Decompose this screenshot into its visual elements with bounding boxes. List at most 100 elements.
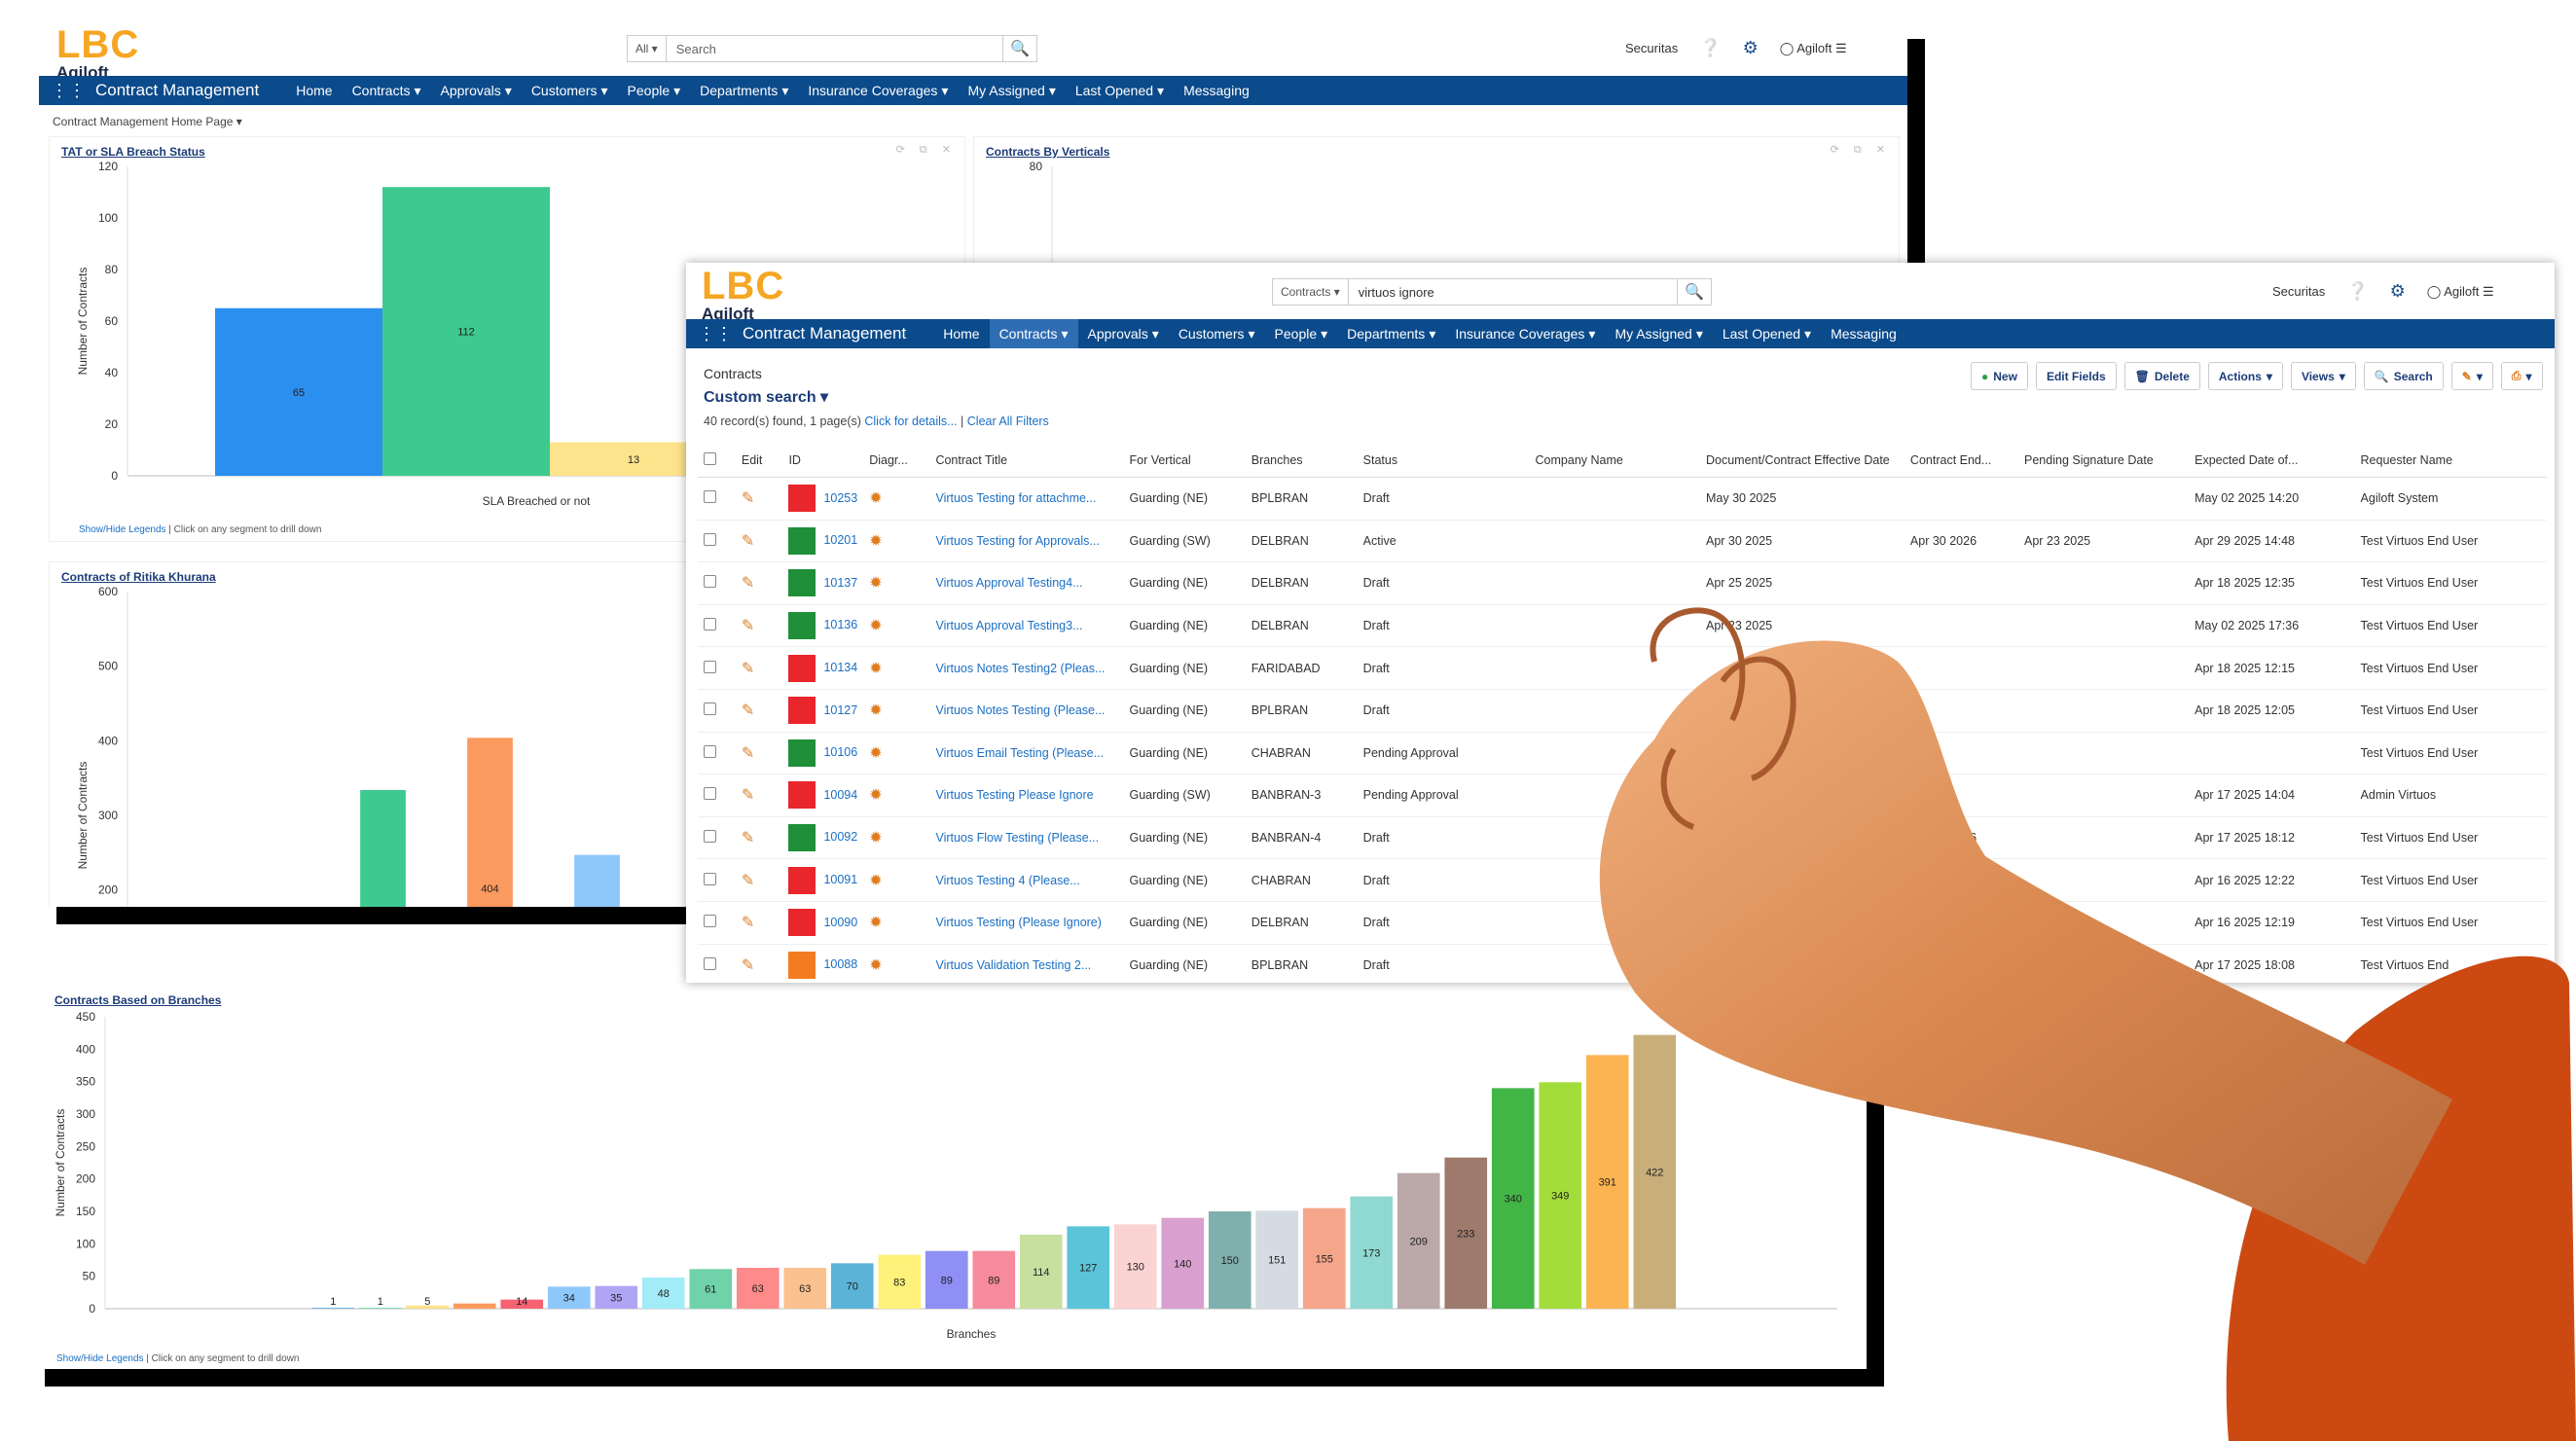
table-row[interactable]: ✎ 10091 ✹ Virtuos Testing 4 (Please... Guard…: [698, 858, 2547, 902]
nav-item-approvals[interactable]: Approvals ▾: [431, 76, 522, 105]
table-row[interactable]: ✎ 10137 ✹ Virtuos Approval Testing4... Guard…: [698, 561, 2547, 605]
column-header[interactable]: ID: [782, 444, 864, 478]
row-checkbox[interactable]: [704, 575, 716, 589]
row-checkbox[interactable]: [704, 744, 716, 758]
table-row[interactable]: ✎ 10127 ✹ Virtuos Notes Testing (Please... G…: [698, 689, 2547, 733]
nav-item-departments[interactable]: Departments ▾: [1337, 319, 1445, 348]
diagram-icon[interactable]: ✹: [869, 873, 882, 889]
apps-grid-icon[interactable]: ⋮⋮: [698, 324, 733, 344]
cell-title[interactable]: Virtuos Approval Testing3...: [929, 604, 1124, 648]
export-button[interactable]: ✎ ▾: [2450, 362, 2493, 390]
breadcrumb[interactable]: Contract Management Home Page ▾: [53, 115, 242, 128]
contract-id-link[interactable]: 10137: [823, 576, 857, 590]
search-input[interactable]: Search: [667, 42, 1002, 56]
table-row[interactable]: ✎ 10201 ✹ Virtuos Testing for Approvals... G…: [698, 520, 2547, 563]
nav-item-people[interactable]: People ▾: [1265, 319, 1338, 348]
nav-item-last-opened[interactable]: Last Opened ▾: [1066, 76, 1174, 105]
diagram-icon[interactable]: ✹: [869, 745, 882, 762]
clear-filters-link[interactable]: Clear All Filters: [967, 414, 1049, 428]
cell-title[interactable]: Virtuos Testing for attachme...: [929, 477, 1124, 521]
show-hide-legends-link[interactable]: Show/Hide Legends: [79, 524, 166, 535]
edit-icon[interactable]: ✎: [742, 830, 754, 847]
cell-title[interactable]: Virtuos Approval Testing4...: [929, 561, 1124, 605]
diagram-icon[interactable]: ✹: [869, 618, 882, 634]
row-checkbox[interactable]: [704, 787, 716, 801]
contract-id-link[interactable]: 10090: [823, 916, 857, 929]
diagram-icon[interactable]: ✹: [869, 957, 882, 974]
edit-icon[interactable]: ✎: [742, 533, 754, 550]
search-icon[interactable]: 🔍: [1677, 279, 1711, 305]
contract-id-link[interactable]: 10092: [823, 830, 857, 844]
nav-item-messaging[interactable]: Messaging: [1821, 319, 1906, 348]
column-header[interactable]: Branches: [1245, 444, 1358, 478]
edit-icon[interactable]: ✎: [742, 745, 754, 762]
diagram-icon[interactable]: ✹: [869, 661, 882, 677]
edit-icon[interactable]: ✎: [742, 787, 754, 804]
column-header[interactable]: Contract End...: [1904, 444, 2019, 478]
cell-title[interactable]: Virtuos Testing Please Ignore: [929, 774, 1124, 817]
column-header[interactable]: Status: [1357, 444, 1530, 478]
select-all-checkbox[interactable]: [698, 444, 736, 478]
views-button[interactable]: Views ▾: [2290, 362, 2356, 390]
global-search[interactable]: All ▾ Search 🔍: [627, 35, 1037, 62]
diagram-icon[interactable]: ✹: [869, 787, 882, 804]
diagram-icon[interactable]: ✹: [869, 915, 882, 931]
contract-id-link[interactable]: 10091: [823, 873, 857, 886]
search-scope-select[interactable]: All ▾: [628, 36, 667, 61]
search-input[interactable]: virtuos ignore: [1349, 285, 1677, 300]
row-checkbox[interactable]: [704, 618, 716, 631]
contract-id-link[interactable]: 10253: [823, 491, 857, 505]
row-checkbox[interactable]: [704, 830, 716, 844]
gear-icon[interactable]: ⚙: [1743, 38, 1759, 58]
show-hide-legends-link[interactable]: Show/Hide Legends: [56, 1353, 144, 1364]
help-icon[interactable]: ❔: [2346, 281, 2368, 302]
column-header[interactable]: Diagr...: [863, 444, 930, 478]
new-button[interactable]: ● New: [1971, 362, 2028, 390]
edit-icon[interactable]: ✎: [742, 873, 754, 889]
contract-id-link[interactable]: 10094: [823, 788, 857, 802]
row-checkbox[interactable]: [704, 956, 716, 970]
global-search[interactable]: Contracts ▾ virtuos ignore 🔍: [1272, 278, 1712, 306]
custom-search-title[interactable]: Custom search ▾: [704, 387, 828, 407]
search-button[interactable]: 🔍 Search: [2363, 362, 2444, 390]
table-row[interactable]: ✎ 10088 ✹ Virtuos Validation Testing 2... Gu…: [698, 944, 2547, 983]
edit-icon[interactable]: ✎: [742, 618, 754, 634]
nav-item-insurance-coverages[interactable]: Insurance Coverages ▾: [1445, 319, 1605, 348]
panel-controls[interactable]: ⟳ ⧉ ✕: [1831, 143, 1891, 157]
column-header[interactable]: Expected Date of...: [2189, 444, 2355, 478]
row-checkbox[interactable]: [704, 702, 716, 716]
contract-id-link[interactable]: 10134: [823, 661, 857, 674]
row-checkbox[interactable]: [704, 872, 716, 885]
cell-title[interactable]: Virtuos Flow Testing (Please...: [929, 816, 1124, 860]
cell-title[interactable]: Virtuos Validation Testing 2...: [929, 944, 1124, 983]
column-header[interactable]: For Vertical: [1123, 444, 1246, 478]
row-checkbox[interactable]: [704, 490, 716, 504]
print-button[interactable]: ⎙ ▾: [2500, 362, 2543, 390]
cell-title[interactable]: Virtuos Notes Testing2 (Pleas...: [929, 646, 1124, 690]
diagram-icon[interactable]: ✹: [869, 490, 882, 507]
column-header[interactable]: Requester Name: [2354, 444, 2547, 478]
panel-controls[interactable]: ⟳ ⧉ ✕: [896, 143, 957, 157]
nav-item-home[interactable]: Home: [286, 76, 342, 105]
table-row[interactable]: ✎ 10106 ✹ Virtuos Email Testing (Please... G…: [698, 732, 2547, 775]
panel-title[interactable]: Contracts Based on Branches: [54, 993, 221, 1007]
help-icon[interactable]: ❔: [1699, 38, 1721, 58]
column-header[interactable]: Company Name: [1529, 444, 1700, 478]
cell-title[interactable]: Virtuos Testing (Please Ignore): [929, 901, 1124, 945]
nav-item-contracts[interactable]: Contracts ▾: [343, 76, 431, 105]
table-row[interactable]: ✎ 10094 ✹ Virtuos Testing Please Ignore Guar…: [698, 774, 2547, 817]
nav-item-my-assigned[interactable]: My Assigned ▾: [1605, 319, 1712, 348]
edit-icon[interactable]: ✎: [742, 661, 754, 677]
nav-item-departments[interactable]: Departments ▾: [690, 76, 798, 105]
column-header[interactable]: Edit: [735, 444, 783, 478]
delete-button[interactable]: 🗑 Delete: [2123, 362, 2200, 390]
search-icon[interactable]: 🔍: [1002, 36, 1036, 61]
table-row[interactable]: ✎ 10134 ✹ Virtuos Notes Testing2 (Pleas... G…: [698, 646, 2547, 690]
edit-icon[interactable]: ✎: [742, 957, 754, 974]
column-header[interactable]: Document/Contract Effective Date: [1700, 444, 1905, 478]
nav-item-messaging[interactable]: Messaging: [1174, 76, 1259, 105]
column-header[interactable]: Pending Signature Date: [2018, 444, 2190, 478]
nav-item-last-opened[interactable]: Last Opened ▾: [1713, 319, 1821, 348]
search-scope-select[interactable]: Contracts ▾: [1273, 279, 1349, 305]
row-checkbox[interactable]: [704, 532, 716, 546]
